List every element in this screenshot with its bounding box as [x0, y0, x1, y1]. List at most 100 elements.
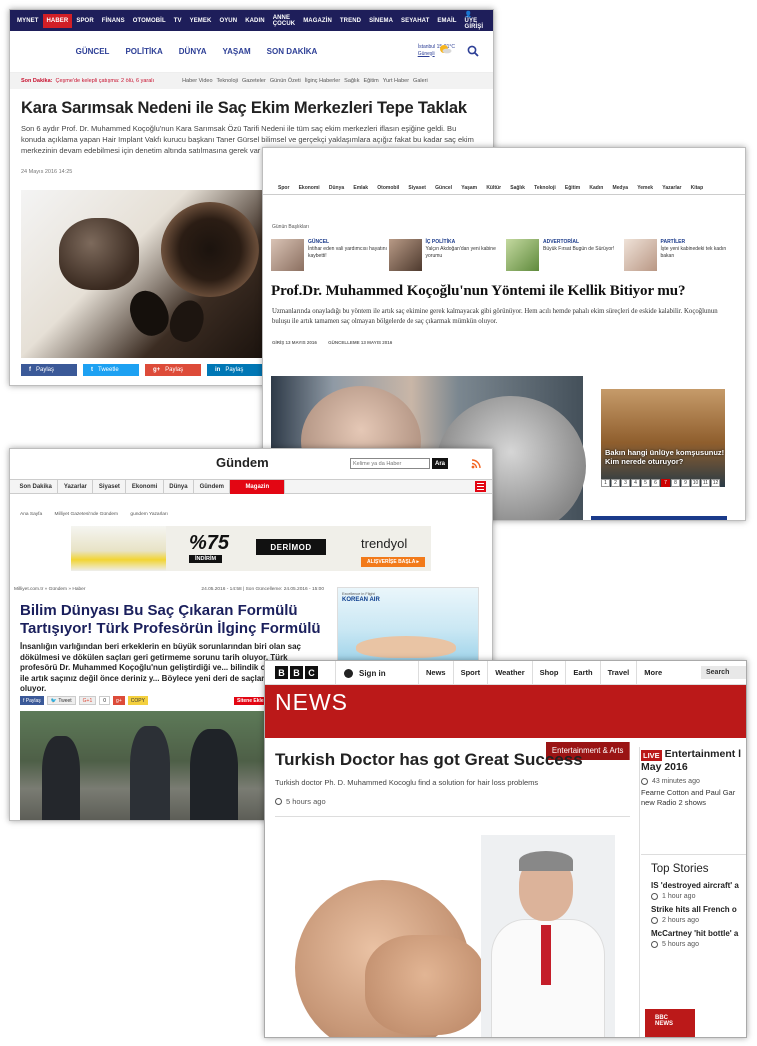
nav-son-dakika[interactable]: Son Dakika — [14, 479, 59, 494]
headline-item[interactable]: ADVERTORİAL Büyük Fırsat Bugün de Sürüyor… — [506, 239, 624, 271]
story-item[interactable]: IS 'destroyed aircraft' a 1 hour ago — [641, 881, 746, 900]
pager-item[interactable]: 6 — [651, 479, 660, 487]
search-button[interactable]: Ara — [432, 458, 448, 469]
top-link-news[interactable]: News — [418, 661, 453, 685]
pager-item[interactable]: 10 — [691, 479, 700, 487]
top-link-tv[interactable]: TV — [170, 18, 186, 24]
nav-politika[interactable]: POLİTİKA — [125, 47, 162, 56]
story-item[interactable]: McCartney 'hit bottle' a 5 hours ago — [641, 929, 746, 948]
derimod-banner-ad[interactable]: %75 İNDİRİM DERİMOD trendyol ALIŞVERİŞE … — [71, 526, 431, 571]
category-link[interactable]: Sağlık — [344, 78, 359, 84]
category-link[interactable]: İlginç Haberler — [305, 78, 340, 84]
top-link-more[interactable]: More — [636, 661, 669, 685]
nav-item[interactable]: Eğitim — [565, 185, 580, 191]
search-input[interactable]: Search — [701, 666, 746, 679]
nav-yazarlar[interactable]: Yazarlar — [58, 479, 94, 494]
category-link[interactable]: Teknoloji — [217, 78, 238, 84]
top-link-otomobil[interactable]: OTOMOBİL — [129, 18, 170, 24]
top-link-sinema[interactable]: SİNEMA — [365, 18, 397, 24]
category-link[interactable]: Gazeteler — [242, 78, 266, 84]
top-link-magazin[interactable]: MAGAZİN — [299, 18, 336, 24]
top-link-earth[interactable]: Earth — [565, 661, 599, 685]
pager-item[interactable]: 11 — [701, 479, 710, 487]
pager-item[interactable]: 2 — [611, 479, 620, 487]
headline-item[interactable]: GÜNCEL İntihar eden vali yardımcısı hayat… — [271, 239, 389, 271]
share-google-button[interactable]: g+ Paylaş — [145, 364, 201, 376]
shop-cta-button[interactable]: ALIŞVERİŞE BAŞLA ▸ — [361, 557, 426, 567]
pager-item[interactable]: 4 — [631, 479, 640, 487]
pager-item[interactable]: 1 — [601, 479, 610, 487]
google-plus-icon[interactable]: g+ — [113, 696, 125, 705]
pager-item[interactable]: 3 — [621, 479, 630, 487]
headline-item[interactable]: PARTİLER İşte yeni kabinedeki tek kadın b… — [623, 239, 742, 271]
live-panel[interactable]: LIVE Entertainment l May 2016 43 minutes… — [641, 748, 746, 808]
top-link-oyun[interactable]: OYUN — [215, 18, 241, 24]
nav-item[interactable]: Teknoloji — [534, 185, 556, 191]
search-input[interactable] — [350, 458, 430, 469]
facebook-share-button[interactable]: f Paylaş — [20, 696, 44, 705]
share-facebook-button[interactable]: f Paylaş — [21, 364, 77, 376]
sign-in-link[interactable]: Sign in — [335, 661, 386, 685]
headline-item[interactable]: İÇ POLİTİKA Yalçın Akdoğan'dan yeni kabin… — [388, 239, 507, 271]
nav-item[interactable]: Otomobil — [377, 185, 399, 191]
top-link-finans[interactable]: FİNANS — [98, 18, 129, 24]
category-link[interactable]: Eğitim — [363, 78, 378, 84]
hamburger-menu-icon[interactable] — [475, 481, 486, 492]
top-link-mynet[interactable]: MYNET — [13, 18, 43, 24]
nav-item[interactable]: Dünya — [329, 185, 344, 191]
nav-yasam[interactable]: YAŞAM — [223, 47, 251, 56]
top-link-yemek[interactable]: YEMEK — [186, 18, 216, 24]
tweet-button[interactable]: 🐦 Tweet — [46, 696, 76, 705]
share-twitter-button[interactable]: t Tweetle — [83, 364, 139, 376]
category-link[interactable]: Günün Özeti — [270, 78, 301, 84]
top-link-weather[interactable]: Weather — [487, 661, 531, 685]
korean-air-ad[interactable]: Excellence in Flight KOREAN AIR — [337, 587, 479, 663]
add-to-site-button[interactable]: Sitene Ekle — [234, 697, 267, 705]
top-link-seyahat[interactable]: SEYAHAT — [397, 18, 433, 24]
nav-dunya[interactable]: Dünya — [164, 479, 195, 494]
nav-son-dakika[interactable]: SON DAKİKA — [267, 47, 318, 56]
nav-item[interactable]: Spor — [278, 185, 289, 191]
nav-gundem[interactable]: Gündem — [194, 479, 231, 494]
nav-item[interactable]: Kültür — [486, 185, 501, 191]
nav-item[interactable]: Güncel — [435, 185, 452, 191]
nav-item[interactable]: Kitap — [691, 185, 704, 191]
breaking-text[interactable]: Çeşme'de kelepli çatışma: 2 ölü, 6 yaral… — [55, 78, 154, 84]
top-link-anne-cocuk[interactable]: ANNE ÇOCUK — [269, 15, 300, 27]
nav-item[interactable]: Ekonomi — [299, 185, 320, 191]
bbc-logo[interactable]: B B C — [275, 666, 320, 679]
nav-item[interactable]: Yaşam — [461, 185, 477, 191]
pager-item[interactable]: 5 — [641, 479, 650, 487]
top-link-spor[interactable]: SPOR — [72, 18, 97, 24]
site-logo[interactable]: Gündem — [216, 455, 269, 470]
nav-ekonomi[interactable]: Ekonomi — [126, 479, 164, 494]
top-link-kadin[interactable]: KADIN — [241, 18, 269, 24]
nav-item[interactable]: Emlak — [353, 185, 368, 191]
story-item[interactable]: Strike hits all French o 2 hours ago — [641, 905, 746, 924]
nav-siyaset[interactable]: Siyaset — [93, 479, 127, 494]
top-link-trend[interactable]: TREND — [336, 18, 365, 24]
google-plus-one-button[interactable]: G+1 — [78, 696, 97, 705]
nav-dunya[interactable]: DÜNYA — [179, 47, 207, 56]
top-link-haber[interactable]: HABER — [42, 13, 73, 28]
bbc-news-promo[interactable]: BBC NEWS — [645, 1009, 695, 1037]
nav-item[interactable]: Sağlık — [510, 185, 525, 191]
category-link[interactable]: Yurt Haber — [383, 78, 409, 84]
police-video[interactable] — [20, 711, 279, 820]
nav-guncel[interactable]: GÜNCEL — [76, 47, 110, 56]
news-wordmark[interactable]: NEWS — [275, 689, 348, 716]
copy-button[interactable]: COPY — [127, 696, 148, 705]
breadcrumb-item[interactable]: Ana Sayfa — [20, 512, 42, 517]
nav-item[interactable]: Kadın — [589, 185, 603, 191]
nav-item[interactable]: Siyaset — [408, 185, 426, 191]
nav-item[interactable]: Medya — [612, 185, 628, 191]
top-link-email[interactable]: EMAİL — [433, 18, 460, 24]
top-link-shop[interactable]: Shop — [531, 661, 566, 685]
top-link-sport[interactable]: Sport — [452, 661, 488, 685]
breadcrumb-item[interactable]: Milliyet Gazetesi'nde Gündem — [54, 512, 118, 517]
pager-item[interactable]: 12 — [711, 479, 720, 487]
pager-item-active[interactable]: 7 — [661, 479, 670, 487]
rss-icon[interactable] — [471, 459, 481, 469]
top-link-travel[interactable]: Travel — [599, 661, 637, 685]
nav-magazin[interactable]: Magazin — [230, 479, 286, 494]
